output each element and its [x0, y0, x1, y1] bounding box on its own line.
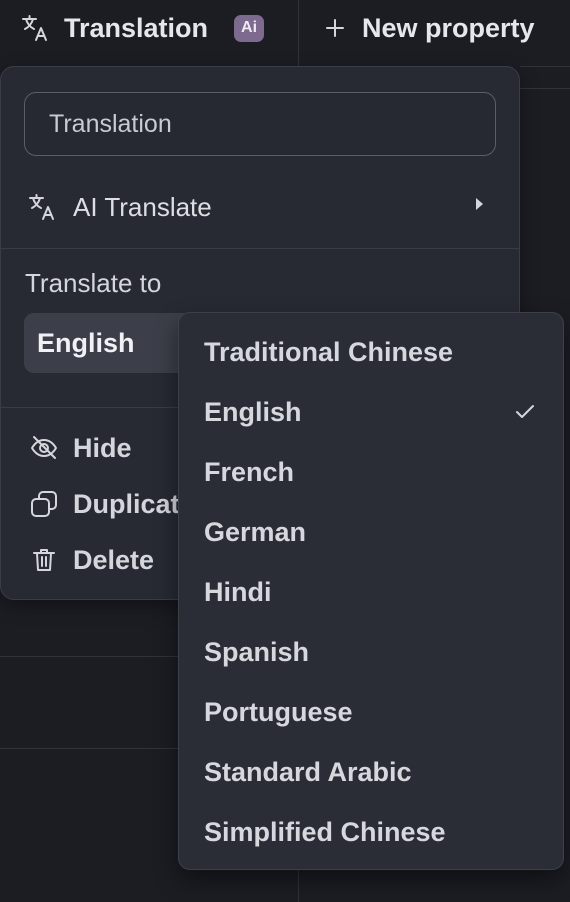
- option-label: Standard Arabic: [204, 756, 412, 787]
- language-option[interactable]: German: [179, 502, 563, 562]
- delete-menu-item[interactable]: Delete: [29, 537, 154, 583]
- delete-label: Delete: [73, 544, 155, 575]
- language-option[interactable]: Standard Arabic: [179, 742, 563, 802]
- row-divider: [520, 88, 570, 89]
- check-icon: [513, 400, 537, 431]
- plus-icon: [324, 13, 346, 43]
- option-label: Spanish: [204, 636, 310, 667]
- screen: Translation Ai New property AI Translate…: [0, 0, 570, 902]
- option-label: Traditional Chinese: [204, 336, 454, 367]
- language-option-selected[interactable]: English: [179, 382, 563, 442]
- option-label: French: [204, 456, 295, 487]
- ai-badge: Ai: [234, 14, 265, 42]
- option-label: German: [204, 516, 307, 547]
- language-option[interactable]: Portuguese: [179, 682, 563, 742]
- new-property-label: New property: [362, 12, 535, 43]
- row-divider: [0, 748, 178, 749]
- duplicate-label: Duplicate: [73, 488, 195, 519]
- translation-column-header[interactable]: Translation Ai: [20, 0, 265, 56]
- new-property-button[interactable]: New property: [324, 0, 535, 56]
- language-option[interactable]: Simplified Chinese: [179, 802, 563, 862]
- property-name-input[interactable]: [24, 92, 496, 156]
- column-divider: [298, 0, 299, 66]
- translate-icon: [25, 190, 59, 224]
- translate-icon: [20, 13, 50, 43]
- chevron-right-icon: [476, 198, 483, 210]
- language-option[interactable]: Traditional Chinese: [179, 322, 563, 382]
- trash-icon: [29, 545, 59, 575]
- menu-divider: [1, 248, 519, 249]
- column-title: Translation: [64, 12, 209, 43]
- column-divider-lower: [298, 868, 299, 902]
- option-label: Hindi: [204, 576, 272, 607]
- language-option[interactable]: Hindi: [179, 562, 563, 622]
- ai-translate-label: AI Translate: [73, 191, 212, 222]
- header-border: [520, 66, 570, 67]
- option-label: Portuguese: [204, 696, 353, 727]
- language-dropdown: Traditional Chinese English French Germa…: [178, 312, 564, 870]
- row-divider: [0, 656, 178, 657]
- ai-translate-menu-item[interactable]: AI Translate: [25, 180, 495, 234]
- option-label: English: [204, 396, 302, 427]
- language-option[interactable]: French: [179, 442, 563, 502]
- selected-language: English: [37, 327, 135, 358]
- language-option[interactable]: Spanish: [179, 622, 563, 682]
- hide-label: Hide: [73, 432, 132, 463]
- eye-off-icon: [29, 433, 59, 463]
- translate-to-label: Translate to: [25, 268, 162, 298]
- option-label: Simplified Chinese: [204, 816, 446, 847]
- duplicate-icon: [29, 489, 59, 519]
- hide-menu-item[interactable]: Hide: [29, 425, 132, 471]
- duplicate-menu-item[interactable]: Duplicate: [29, 481, 195, 527]
